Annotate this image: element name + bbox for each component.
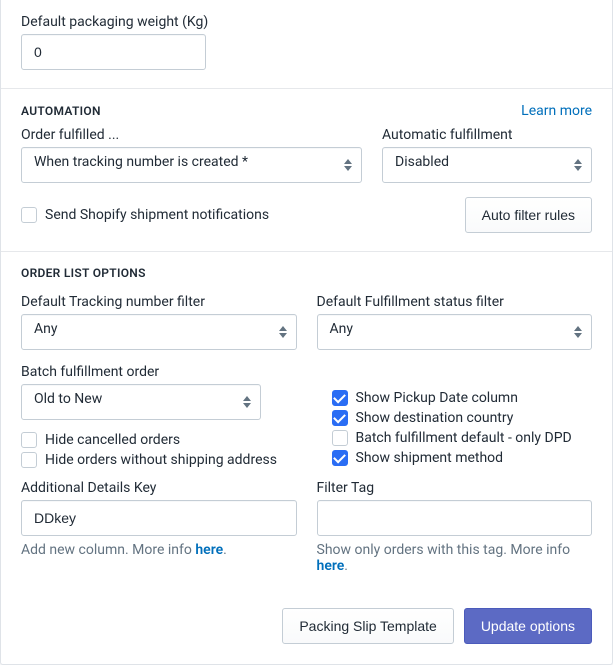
details-helper-text: Add new column. More info — [21, 542, 195, 558]
packaging-weight-label: Default packaging weight (Kg) — [21, 14, 592, 30]
packing-slip-button[interactable]: Packing Slip Template — [282, 608, 453, 644]
update-options-button[interactable]: Update options — [464, 608, 592, 644]
show-method-checkbox[interactable] — [332, 450, 348, 466]
batch-dpd-label: Batch fulfillment default - only DPD — [356, 430, 572, 446]
details-key-label: Additional Details Key — [21, 480, 297, 496]
auto-filter-rules-button[interactable]: Auto filter rules — [465, 197, 592, 233]
learn-more-link[interactable]: Learn more — [521, 103, 592, 119]
show-pickup-checkbox[interactable] — [332, 390, 348, 406]
packaging-weight-input[interactable] — [21, 34, 206, 70]
details-key-input[interactable] — [21, 500, 297, 536]
automatic-fulfillment-label: Automatic fulfillment — [382, 127, 592, 143]
batch-dpd-checkbox[interactable] — [332, 430, 348, 446]
hide-noaddr-checkbox[interactable] — [21, 452, 37, 468]
fulfillment-filter-select[interactable]: Any — [317, 314, 593, 350]
show-country-checkbox[interactable] — [332, 410, 348, 426]
hide-cancelled-checkbox[interactable] — [21, 432, 37, 448]
order-fulfilled-select[interactable]: When tracking number is created * — [21, 147, 362, 183]
fulfillment-filter-label: Default Fulfillment status filter — [317, 294, 593, 310]
filter-tag-helper-text: Show only orders with this tag. More inf… — [317, 542, 571, 558]
show-pickup-label: Show Pickup Date column — [356, 390, 518, 406]
filter-tag-label: Filter Tag — [317, 480, 593, 496]
send-notifications-label: Send Shopify shipment notifications — [45, 207, 269, 223]
automation-title: AUTOMATION — [21, 104, 101, 118]
hide-cancelled-label: Hide cancelled orders — [45, 432, 180, 448]
filter-tag-helper-link[interactable]: here — [317, 558, 345, 574]
automatic-fulfillment-select[interactable]: Disabled — [382, 147, 592, 183]
tracking-filter-label: Default Tracking number filter — [21, 294, 297, 310]
batch-order-select[interactable]: Old to New — [21, 384, 261, 420]
tracking-filter-select[interactable]: Any — [21, 314, 297, 350]
details-helper-link[interactable]: here — [195, 542, 223, 558]
show-method-label: Show shipment method — [356, 450, 504, 466]
show-country-label: Show destination country — [356, 410, 514, 426]
filter-tag-input[interactable] — [317, 500, 593, 536]
orderlist-title: ORDER LIST OPTIONS — [21, 266, 592, 280]
send-notifications-checkbox[interactable] — [21, 207, 37, 223]
order-fulfilled-label: Order fulfilled ... — [21, 127, 362, 143]
hide-noaddr-label: Hide orders without shipping address — [45, 452, 277, 468]
batch-order-label: Batch fulfillment order — [21, 364, 282, 380]
